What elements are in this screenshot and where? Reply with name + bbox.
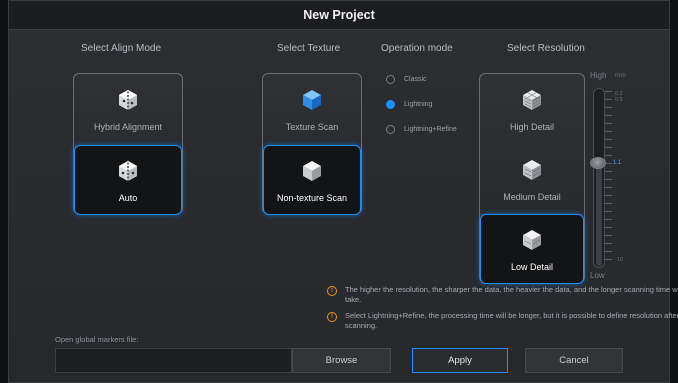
auto-align-option[interactable]: Auto <box>74 145 182 215</box>
low-detail-icon <box>519 227 545 253</box>
auto-align-icon <box>115 158 141 184</box>
low-detail-label: Low Detail <box>510 261 554 272</box>
lightning-radio[interactable] <box>386 100 395 109</box>
auto-align-label: Auto <box>118 192 138 203</box>
non-texture-scan-label: Non-texture Scan <box>276 192 348 203</box>
warning-icon: ! <box>327 286 337 296</box>
slider-bottom-value: 10 <box>617 257 624 263</box>
slider-top-value-2: 0.5 <box>615 97 623 103</box>
texture-cube-icon <box>299 87 325 113</box>
new-project-dialog: New Project Select Align Mode Select Tex… <box>8 0 678 383</box>
resolution-note-text: The higher the resolution, the sharper t… <box>345 285 678 304</box>
texture-scan-label: Texture Scan <box>285 121 339 132</box>
high-detail-icon <box>519 87 545 113</box>
hybrid-alignment-icon <box>115 87 141 113</box>
slider-ticks <box>605 91 612 263</box>
classic-radio[interactable] <box>386 75 395 84</box>
resolution-title: Select Resolution <box>507 43 585 54</box>
low-detail-option[interactable]: Low Detail <box>480 214 584 284</box>
medium-detail-icon <box>519 157 545 183</box>
texture-scan-option[interactable]: Texture Scan <box>263 74 361 144</box>
texture-group: Texture Scan Non-texture Scan <box>262 73 362 215</box>
slider-unit-label: mm <box>615 72 626 79</box>
lightning-refine-label: Lightning+Refine <box>404 126 457 133</box>
slider-high-label: High <box>590 71 607 80</box>
high-detail-label: High Detail <box>509 121 555 132</box>
non-texture-scan-option[interactable]: Non-texture Scan <box>263 145 361 215</box>
operation-lightning-refine-option[interactable]: Lightning+Refine <box>386 125 457 134</box>
slider-low-label: Low <box>590 271 605 280</box>
cancel-button[interactable]: Cancel <box>525 348 623 373</box>
refine-note: ! Select Lightning+Refine, the processin… <box>327 311 678 331</box>
resolution-slider[interactable]: High mm 0.2 0.5 1.1 10 Low <box>589 71 669 281</box>
slider-handle[interactable] <box>590 157 606 169</box>
resolution-group: High Detail Medium Detail Low Detail <box>479 73 585 284</box>
high-detail-option[interactable]: High Detail <box>480 74 584 144</box>
warning-icon: ! <box>327 312 337 322</box>
resolution-note: ! The higher the resolution, the sharper… <box>327 285 678 305</box>
markers-file-input[interactable] <box>55 348 292 373</box>
hybrid-alignment-option[interactable]: Hybrid Alignment <box>74 74 182 144</box>
apply-button[interactable]: Apply <box>412 348 508 373</box>
texture-title: Select Texture <box>277 43 341 54</box>
dialog-title: New Project <box>303 8 375 22</box>
align-mode-title: Select Align Mode <box>81 43 162 54</box>
dialog-titlebar: New Project <box>9 1 669 30</box>
lightning-refine-radio[interactable] <box>386 125 395 134</box>
slider-fill <box>596 163 602 266</box>
medium-detail-label: Medium Detail <box>503 191 561 202</box>
medium-detail-option[interactable]: Medium Detail <box>480 144 584 214</box>
operation-lightning-option[interactable]: Lightning <box>386 100 432 109</box>
operation-mode-title: Operation mode <box>381 43 453 54</box>
non-texture-cube-icon <box>299 158 325 184</box>
align-mode-group: Hybrid Alignment Auto <box>73 73 183 215</box>
classic-label: Classic <box>404 76 427 83</box>
markers-file-label: Open global markers file: <box>55 335 139 344</box>
lightning-label: Lightning <box>404 101 433 108</box>
refine-note-text: Select Lightning+Refine, the processing … <box>345 311 678 330</box>
slider-value: 1.1 <box>613 160 622 166</box>
browse-button[interactable]: Browse <box>292 348 391 373</box>
operation-classic-option[interactable]: Classic <box>386 75 427 84</box>
hybrid-alignment-label: Hybrid Alignment <box>93 121 163 132</box>
